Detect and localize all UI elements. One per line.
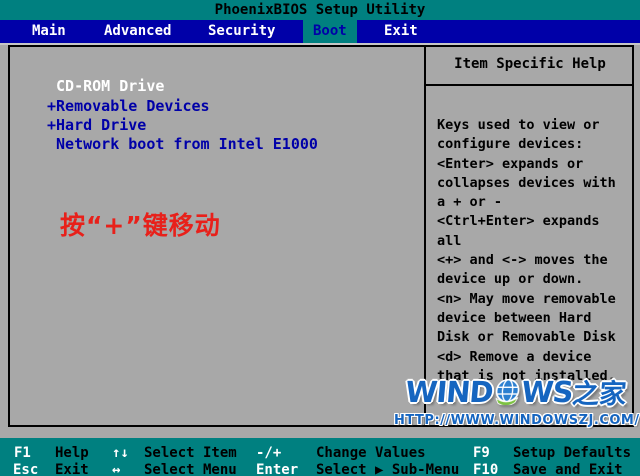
tab-boot[interactable]: Boot [303, 20, 357, 43]
bios-setup-screen: PhoenixBIOS Setup Utility Main Advanced … [0, 0, 640, 476]
key-updown-arrows: ↑↓ [112, 445, 129, 461]
key-f1: F1 [14, 445, 31, 461]
key-minus-plus: -/+ [256, 445, 282, 461]
boot-item-label: Removable Devices [56, 97, 210, 115]
key-hint-bar: F1 Help ↑↓ Select Item -/+ Change Values… [0, 438, 640, 476]
boot-item-cdrom-drive[interactable]: CD-ROM Drive [47, 78, 164, 95]
label-select-submenu: Select ▶ Sub-Menu [316, 462, 460, 476]
press-plus-annotation: 按“+”键移动 [60, 211, 221, 240]
boot-item-label: Hard Drive [56, 116, 147, 134]
tab-security[interactable]: Security [208, 20, 275, 43]
boot-item-network-boot[interactable]: Network boot from Intel E1000 [47, 136, 318, 153]
label-select-item: Select Item [144, 445, 237, 461]
expand-prefix: + [47, 116, 57, 134]
key-leftright-arrows: ↔ [112, 462, 121, 476]
key-f9: F9 [473, 445, 490, 461]
help-panel-text: Keys used to view or configure devices: … [437, 117, 616, 384]
boot-item-label: Network boot from Intel E1000 [56, 135, 318, 153]
label-change-values: Change Values [316, 445, 426, 461]
label-help: Help [55, 445, 89, 461]
tab-exit[interactable]: Exit [384, 20, 418, 43]
boot-item-hard-drive[interactable]: +Hard Drive [47, 117, 146, 134]
boot-item-label: CD-ROM Drive [56, 77, 165, 95]
menu-bar: Main Advanced Security Boot Exit [0, 20, 640, 43]
expand-prefix [47, 135, 56, 153]
tab-main[interactable]: Main [32, 20, 66, 43]
panel-divider [424, 45, 426, 427]
expand-prefix [47, 77, 56, 95]
title-bar: PhoenixBIOS Setup Utility [0, 0, 640, 20]
expand-prefix: + [47, 97, 57, 115]
label-select-menu: Select Menu [144, 462, 237, 476]
key-enter: Enter [256, 462, 299, 476]
key-esc: Esc [13, 462, 39, 476]
label-setup-defaults: Setup Defaults [513, 445, 632, 461]
boot-item-removable-devices[interactable]: +Removable Devices [47, 98, 210, 115]
key-f10: F10 [473, 462, 499, 476]
label-save-and-exit: Save and Exit [513, 462, 623, 476]
label-exit: Exit [55, 462, 89, 476]
help-panel-title: Item Specific Help [426, 45, 634, 86]
tab-advanced[interactable]: Advanced [104, 20, 171, 43]
